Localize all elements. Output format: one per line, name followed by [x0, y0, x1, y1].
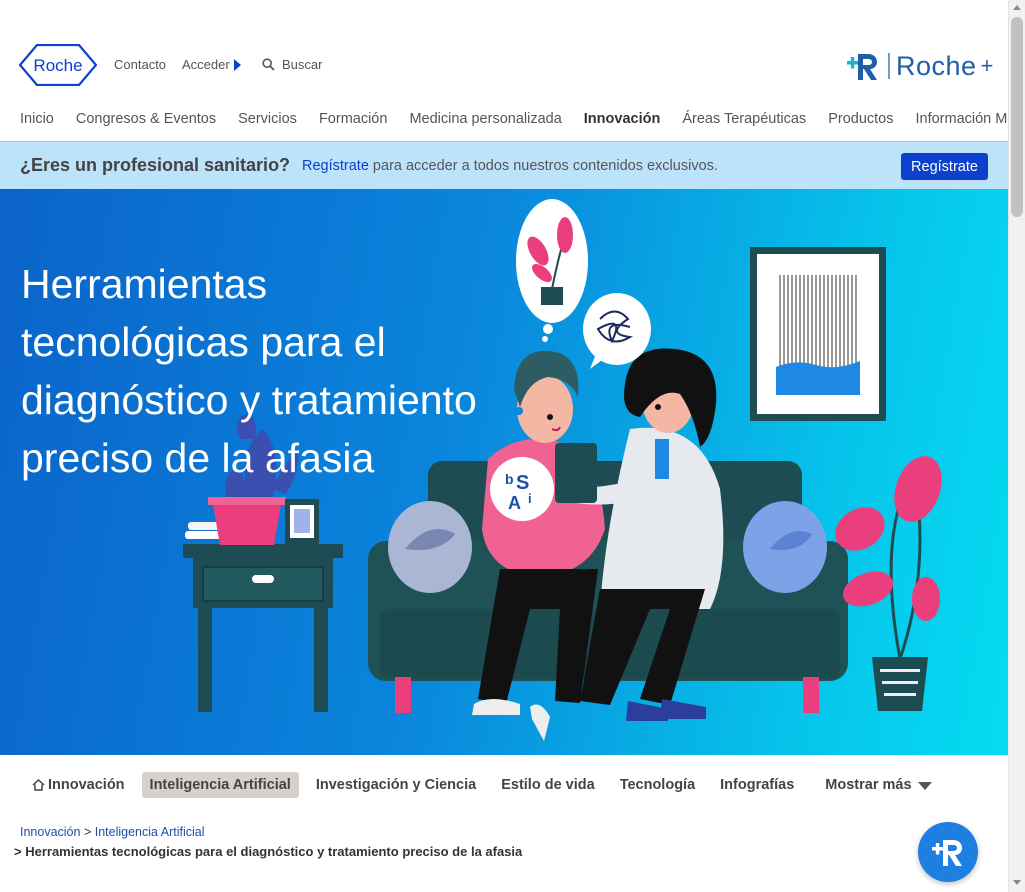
tab-tecnologia[interactable]: Tecnología — [612, 772, 703, 798]
art-letter-i: i — [528, 491, 532, 506]
registration-banner: ¿Eres un profesional sanitario? Regístra… — [0, 141, 1008, 189]
scroll-down-arrow-icon[interactable] — [1013, 880, 1021, 885]
nav-item-innovacion[interactable]: Innovación — [584, 111, 661, 127]
main-nav: Inicio Congresos & Eventos Servicios For… — [20, 111, 1025, 127]
tab-infografias[interactable]: Infografías — [712, 772, 802, 798]
tab-estilo-de-vida[interactable]: Estilo de vida — [493, 772, 602, 798]
hero-section: b S A i Herramientas tecnológicas para e… — [0, 189, 1008, 755]
login-link[interactable]: Acceder — [182, 57, 241, 72]
photo-frame — [285, 499, 319, 544]
nav-item-medicina-personalizada[interactable]: Medicina personalizada — [409, 111, 561, 127]
nav-item-congresos[interactable]: Congresos & Eventos — [76, 111, 216, 127]
site-header: Roche Contacto Acceder Buscar Roche + In… — [0, 0, 1025, 140]
search-link-label: Buscar — [282, 57, 323, 72]
rocheplus-text: Roche — [888, 53, 977, 80]
nav-item-inicio[interactable]: Inicio — [20, 111, 54, 127]
caret-right-icon — [233, 58, 241, 71]
tab-innovacion[interactable]: Innovación — [24, 772, 133, 798]
breadcrumb-item-innovacion[interactable]: Innovación — [20, 825, 80, 839]
rocheplus-logo[interactable]: Roche + — [846, 48, 993, 84]
page-scrollbar[interactable] — [1008, 0, 1025, 892]
nav-item-areas-terapeuticas[interactable]: Áreas Terapéuticas — [682, 111, 806, 127]
banner-register-link[interactable]: Regístrate — [302, 158, 369, 174]
side-table — [183, 522, 343, 712]
contact-link-label: Contacto — [114, 57, 167, 72]
tab-investigacion-y-ciencia[interactable]: Investigación y Ciencia — [308, 772, 484, 798]
framed-picture — [750, 247, 886, 421]
hero-title: Herramientas tecnológicas para el diagnó… — [21, 261, 477, 481]
show-more-label: Mostrar más — [825, 777, 912, 793]
thought-bubble-plant — [516, 199, 588, 342]
search-link[interactable]: Buscar — [262, 57, 322, 72]
home-icon — [32, 779, 45, 791]
tab-innovacion-label: Innovación — [48, 777, 125, 793]
rocheplus-chat-button[interactable] — [918, 822, 978, 882]
register-button[interactable]: Regístrate — [901, 153, 988, 180]
banner-question: ¿Eres un profesional sanitario? — [20, 155, 291, 175]
tab-inteligencia-artificial[interactable]: Inteligencia Artificial — [141, 772, 299, 798]
scrollbar-thumb[interactable] — [1011, 17, 1023, 217]
banner-message: Regístrate para acceder a todos nuestros… — [302, 158, 718, 174]
show-more-button[interactable]: Mostrar más — [817, 772, 939, 798]
category-tabs: Innovación Inteligencia Artificial Inves… — [24, 772, 949, 798]
nav-item-formacion[interactable]: Formación — [319, 111, 388, 127]
rocheplus-icon — [847, 54, 877, 80]
rocheplus-icon — [932, 840, 962, 866]
roche-logo[interactable]: Roche — [19, 44, 97, 86]
scroll-up-arrow-icon[interactable] — [1013, 5, 1021, 10]
nav-item-productos[interactable]: Productos — [828, 111, 893, 127]
art-letter-a: A — [508, 493, 521, 513]
rocheplus-plus: + — [980, 53, 994, 78]
banner-message-text: para acceder a todos nuestros contenidos… — [368, 158, 718, 174]
art-letter-b: b — [505, 471, 514, 487]
breadcrumb-current: > Herramientas tecnológicas para el diag… — [14, 844, 523, 859]
breadcrumb: Innovación > Inteligencia Artificial — [20, 825, 205, 839]
breadcrumb-item-inteligencia-artificial[interactable]: Inteligencia Artificial — [95, 825, 205, 839]
nav-item-servicios[interactable]: Servicios — [238, 111, 297, 127]
logo-text: Roche — [33, 56, 82, 75]
chevron-down-icon — [917, 782, 932, 790]
contact-link[interactable]: Contacto — [114, 57, 166, 72]
breadcrumb-separator: > — [83, 825, 92, 839]
login-link-label: Acceder — [182, 57, 230, 72]
search-icon — [262, 58, 275, 71]
